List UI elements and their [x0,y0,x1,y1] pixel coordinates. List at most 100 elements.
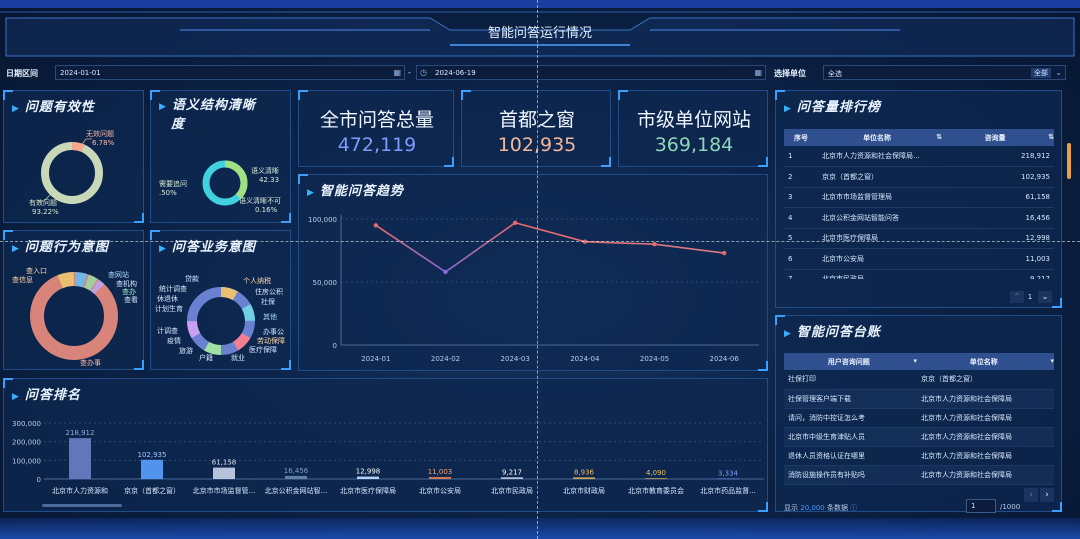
x-tick-label: 北京市药品监督... [700,486,756,495]
table-cell: 1 [784,146,818,167]
page-title: 智能问答运行情况 [487,26,592,41]
table-row[interactable]: 1 北京市人力资源和社会保障局... 218,912 [784,146,1054,167]
chart-scrollbar[interactable] [42,504,122,507]
table-cell: 7 [784,269,818,279]
intent-label: 查看 [124,295,138,304]
data-label: 12,998 [356,468,381,476]
start-date-field[interactable]: 2024-01-01 ▦ [55,65,405,80]
kpi-city: 市级单位网站 369,184 [619,105,769,156]
ledger-title: ▶ 智能问答台账 [784,325,881,340]
business-label: 其他 [263,312,277,321]
show-count: 显示 20,000 条数据 ⓘ [784,504,858,512]
table-cell: 218,912 [942,146,1054,167]
bar [645,478,667,480]
business-label: 休退休 [157,294,178,303]
business-label: 个人纳税 [243,276,271,285]
table-row[interactable]: 4 北京公积金网站智能问答 16,456 [784,207,1054,229]
x-tick-label: 北京市公安局 [419,486,461,495]
table-cell: 12,998 [942,228,1054,249]
crosshair-horizontal [0,241,1080,242]
table-cell: 北京市医疗保障局 [818,228,942,249]
business-label: 就业 [231,353,245,362]
table-row[interactable]: 2 京京（首都之窗） 102,935 [784,166,1054,188]
business-label: 户籍 [199,353,213,362]
kpi-value: 472,119 [337,134,417,156]
unclear-label: 语义清晰不可 [239,196,281,205]
trend-line [375,221,725,273]
bar [69,438,91,479]
business-label: 办事公 [263,327,284,336]
ledger-table-wrap: 用户咨询问题 ▾ 单位名称 ▾ 社保打印 京京（首都之窗） 社保管理客户端下载 北京市… [784,353,1054,491]
ledger-panel: ▶ 智能问答台账 用户咨询问题 ▾ 单位名称 ▾ 社保打印 京京（首都之窗） 社保管理… [775,315,1062,513]
table-row[interactable]: 北京市中级生育津贴人员 北京市人力资源和社会保障局 [784,427,1054,447]
clear-label: 语义清晰 [251,166,279,175]
dropdown-icon[interactable]: ▾ [1050,357,1054,365]
page-input[interactable]: 1 [966,499,996,513]
page-scrollbar[interactable] [1067,143,1071,179]
business-label: 计调查 [157,326,178,335]
clear-pct: 42.33 [259,176,279,184]
x-tick-label: 2024-06 [710,355,740,363]
col-header[interactable]: 用户咨询问题 ▾ [784,353,917,370]
chevron-down-icon[interactable]: ⌄ [1038,291,1052,303]
business-label: 贷款 [185,274,199,283]
bar [573,477,595,479]
y-tick-label: 50,000 [313,279,338,287]
business-donut: 贷款 统计调查 休退休 个人纳税 住房公积 社保 计划生育 其他 计调查 疫情 … [155,274,285,362]
table-row[interactable]: 社保管理客户端下载 北京市人力资源和社会保障局 [784,389,1054,409]
title-marker-icon: ▶ [159,102,167,112]
y-tick-label: 100,000 [12,457,41,465]
date-range-label: 日期区间 [6,69,38,78]
table-cell: 北京市中级生育津贴人员 [784,427,917,447]
next-page-icon[interactable]: › [1040,488,1054,502]
table-row[interactable]: 6 北京市公安局 11,003 [784,248,1054,270]
table-row[interactable]: 7北京市民政局9,217 [784,269,1054,279]
prev-page-icon[interactable]: ‹ [1024,488,1038,502]
col-header[interactable]: 序号 [784,129,818,146]
table-cell: 6 [784,248,818,270]
business-label: 社保 [261,297,275,306]
data-point [721,250,727,256]
y-tick-label: 0 [333,342,337,350]
data-point [512,220,518,225]
col-header[interactable]: 咨询量 ⇅ [942,129,1054,146]
unit-select[interactable]: 全选 全部 ⌄ [823,65,1066,80]
end-date-field[interactable]: ◷ 2024-06-19 ▦ [416,65,766,80]
intent-label: 查信息 [12,275,33,284]
table-cell: 京京（首都之窗） [818,166,942,188]
end-date-value: 2024-06-19 [435,69,476,77]
x-tick-label: 2024-02 [431,355,460,363]
crosshair-vertical [537,0,538,539]
col-header[interactable]: 单位名称 ▾ [917,353,1054,370]
business-label: 旅游 [179,346,193,355]
intent-label: 查办事 [80,358,101,367]
kpi-label: 全市问答总量 [319,109,434,131]
table-cell: 3 [784,187,818,208]
col-header[interactable]: 单位名称 ⇅ [818,129,942,146]
rank-bar-chart: 300,000 200,000 100,000 0 218,912 北京市人力资源和 102… [12,420,764,495]
clarity-panel: ▶ 语义结构清晰度 语义清晰 42.33 需要追问 .50% 语义清晰不可 0.1… [150,90,291,223]
sort-icon[interactable]: ⇅ [1048,133,1054,141]
title-marker-icon: ▶ [12,244,20,254]
table-cell: 消防设施操作员有补贴吗 [784,465,917,485]
validity-donut: 无效问题 6.78% 有效问题 93.22% [29,129,115,216]
y-tick-label: 200,000 [12,439,41,447]
info-icon[interactable]: ⓘ [850,504,857,512]
table-row[interactable]: 退休人员资格认证在哪里 北京市人力资源和社会保障局 [784,446,1054,466]
kpi-value: 369,184 [654,134,734,156]
calendar-icon: ▦ [393,68,401,77]
table-row[interactable]: 消防设施操作员有补贴吗 北京市人力资源和社会保障局 [784,465,1054,485]
data-label: 16,456 [284,467,309,475]
chevron-up-icon[interactable]: ⌃ [1010,291,1024,303]
table-cell: 北京公积金网站智能问答 [818,207,942,229]
data-label: 9,217 [502,468,522,476]
dropdown-icon[interactable]: ▾ [913,357,917,365]
table-row[interactable]: 社保打印 京京（首都之窗） [784,370,1054,390]
sort-icon[interactable]: ⇅ [936,133,942,141]
table-row[interactable]: 5 北京市医疗保障局 12,998 [784,228,1054,249]
x-tick-label: 北京市教育委员会 [628,486,684,495]
clarity-title: ▶ 语义结构清晰度 [159,98,256,132]
table-row[interactable]: 请问，消防中控证怎么考 北京市人力资源和社会保障局 [784,408,1054,428]
table-cell: 北京市公安局 [818,248,942,270]
table-row[interactable]: 3 北京市市场监督管理局 61,158 [784,187,1054,208]
